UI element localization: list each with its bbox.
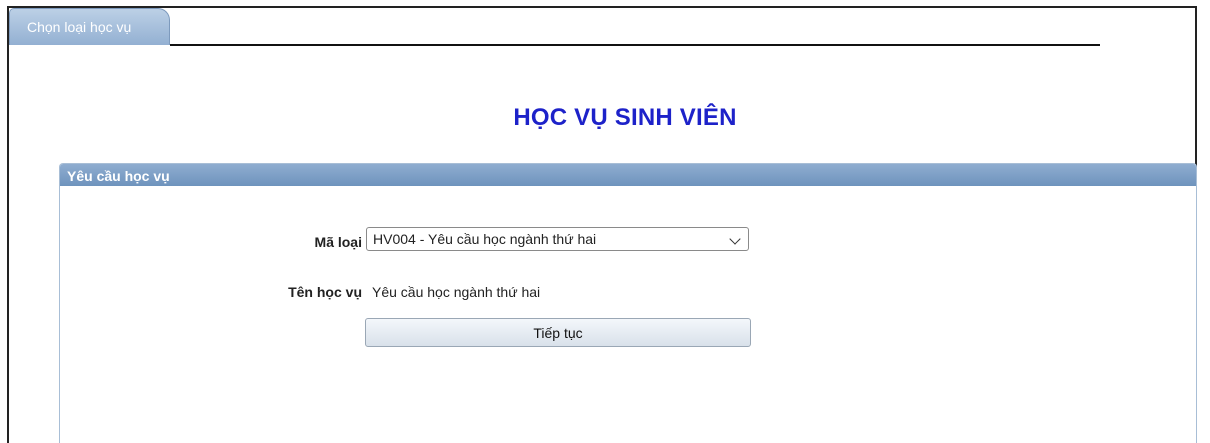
chevron-down-icon [729, 233, 741, 245]
name-label: Tên học vụ [288, 284, 362, 300]
name-value: Yêu cầu học ngành thứ hai [372, 284, 541, 300]
page-title: HỌC VỤ SINH VIÊN [513, 104, 737, 131]
continue-button[interactable]: Tiếp tục [365, 318, 751, 347]
tab-underline [170, 44, 1100, 46]
request-panel: Yêu cầu học vụ [59, 163, 1197, 443]
panel-header: Yêu cầu học vụ [60, 164, 1196, 186]
code-select[interactable]: HV004 - Yêu cầu học ngành thứ hai [366, 227, 749, 251]
code-label: Mã loại [314, 234, 362, 250]
tab-choose-type[interactable]: Chọn loại học vụ [9, 8, 170, 45]
code-select-value: HV004 - Yêu cầu học ngành thứ hai [373, 231, 597, 247]
